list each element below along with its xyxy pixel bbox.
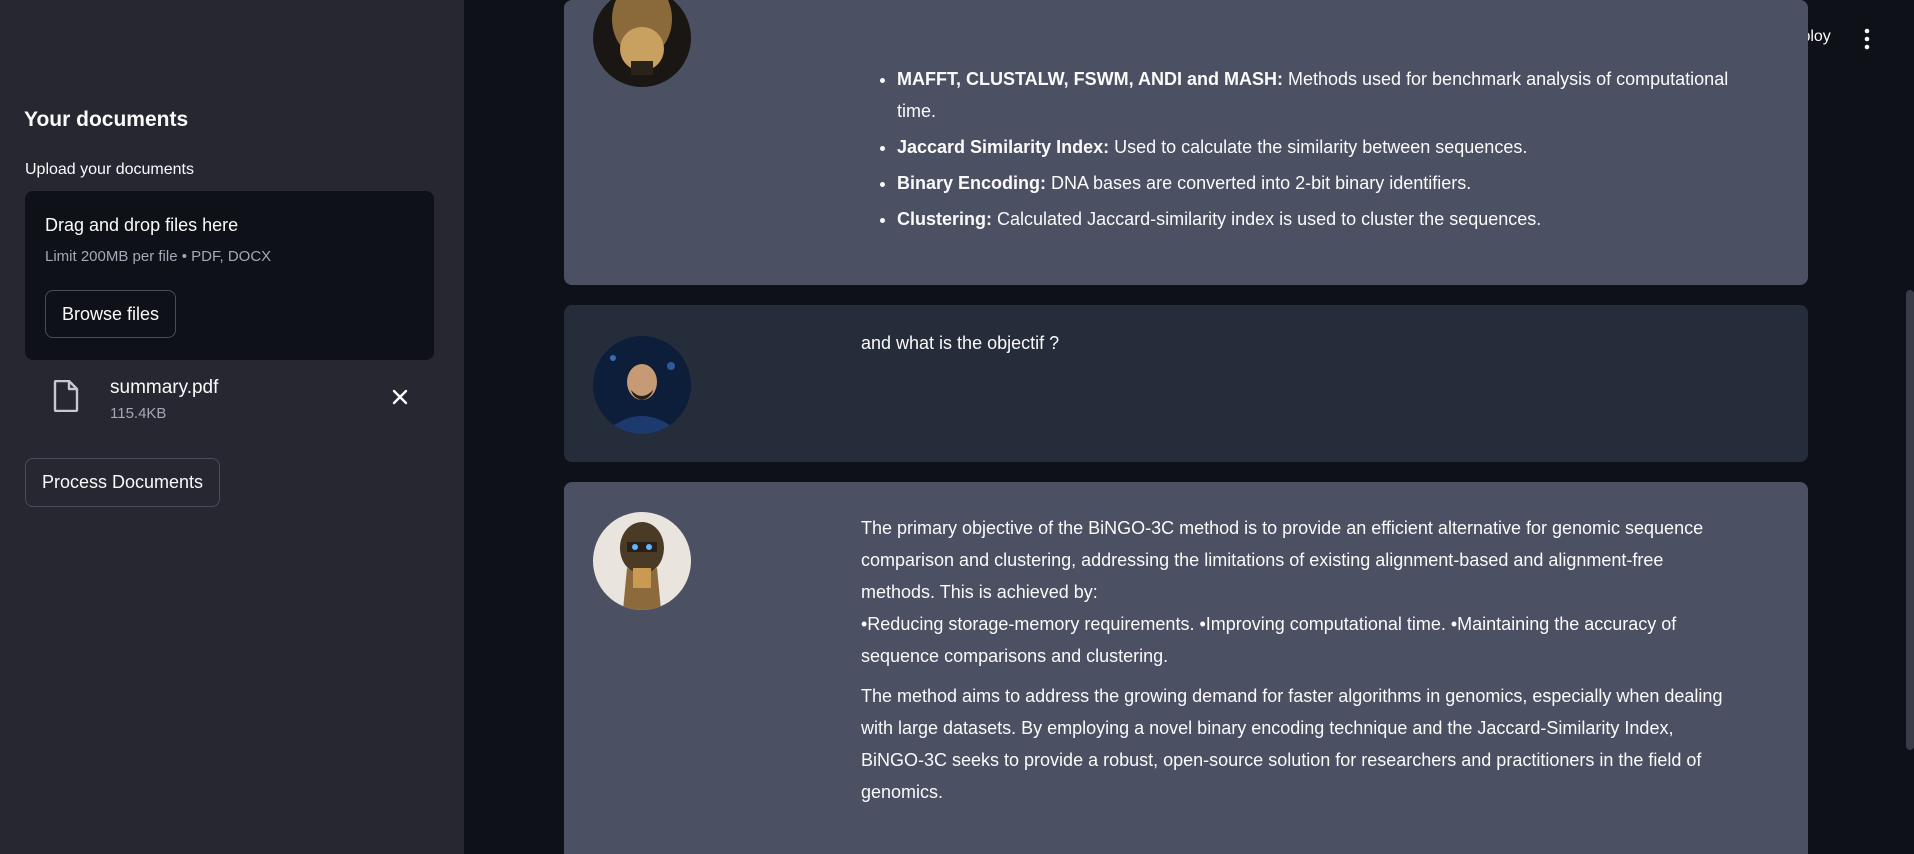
file-size: 115.4KB: [110, 405, 167, 422]
message-content: The primary objective of the BiNGO-3C me…: [861, 512, 1741, 820]
list-item: Clustering: Calculated Jaccard-similarit…: [897, 203, 1741, 235]
chat-message-user: and what is the objectif ?: [564, 305, 1808, 462]
bot-avatar: [593, 0, 691, 87]
dropzone-title: Drag and drop files here: [45, 215, 239, 235]
paragraph-text: The primary objective of the BiNGO-3C me…: [861, 518, 1704, 602]
list-item: MAFFT, CLUSTALW, FSWM, ANDI and MASH: Me…: [897, 63, 1741, 127]
scrollbar-thumb[interactable]: [1906, 290, 1914, 750]
list-item-text: Used to calculate the similarity between…: [1109, 137, 1528, 157]
paragraph: The primary objective of the BiNGO-3C me…: [861, 512, 1741, 672]
more-vertical-icon[interactable]: [1860, 27, 1874, 51]
list-item: Binary Encoding: DNA bases are converted…: [897, 167, 1741, 199]
message-content: and what is the objectif ?: [861, 333, 1060, 353]
close-icon[interactable]: [389, 386, 411, 408]
chat-message-assistant: MAFFT, CLUSTALW, FSWM, ANDI and MASH: Me…: [564, 0, 1808, 285]
file-dropzone[interactable]: Drag and drop files here Limit 200MB per…: [25, 191, 434, 360]
list-item: Jaccard Similarity Index: Used to calcul…: [897, 131, 1741, 163]
list-item-text: Calculated Jaccard-similarity index is u…: [992, 209, 1542, 229]
uploaded-file-item: summary.pdf 115.4KB: [25, 372, 434, 428]
process-documents-button[interactable]: Process Documents: [25, 458, 220, 507]
list-item-term: Jaccard Similarity Index:: [897, 137, 1110, 157]
message-content: MAFFT, CLUSTALW, FSWM, ANDI and MASH: Me…: [861, 63, 1741, 239]
bullet-list: MAFFT, CLUSTALW, FSWM, ANDI and MASH: Me…: [861, 63, 1741, 235]
upload-label: Upload your documents: [25, 161, 194, 178]
sidebar-title: Your documents: [24, 108, 189, 131]
list-item-term: Binary Encoding:: [897, 173, 1047, 193]
dropzone-limit-text: Limit 200MB per file • PDF, DOCX: [45, 248, 272, 265]
list-item-term: Clustering:: [897, 209, 993, 229]
file-icon: [53, 380, 79, 412]
user-avatar: [593, 336, 691, 434]
bot-avatar: [593, 512, 691, 610]
list-item-text: DNA bases are converted into 2-bit binar…: [1046, 173, 1472, 193]
paragraph: The method aims to address the growing d…: [861, 686, 1723, 802]
file-name: summary.pdf: [110, 377, 219, 398]
chat-message-assistant: The primary objective of the BiNGO-3C me…: [564, 482, 1808, 854]
sidebar: Your documents Upload your documents Dra…: [0, 0, 464, 854]
paragraph-text: •Reducing storage-memory requirements. •…: [861, 614, 1677, 666]
browse-files-button[interactable]: Browse files: [45, 290, 176, 338]
list-item-term: MAFFT, CLUSTALW, FSWM, ANDI and MASH:: [897, 69, 1283, 89]
